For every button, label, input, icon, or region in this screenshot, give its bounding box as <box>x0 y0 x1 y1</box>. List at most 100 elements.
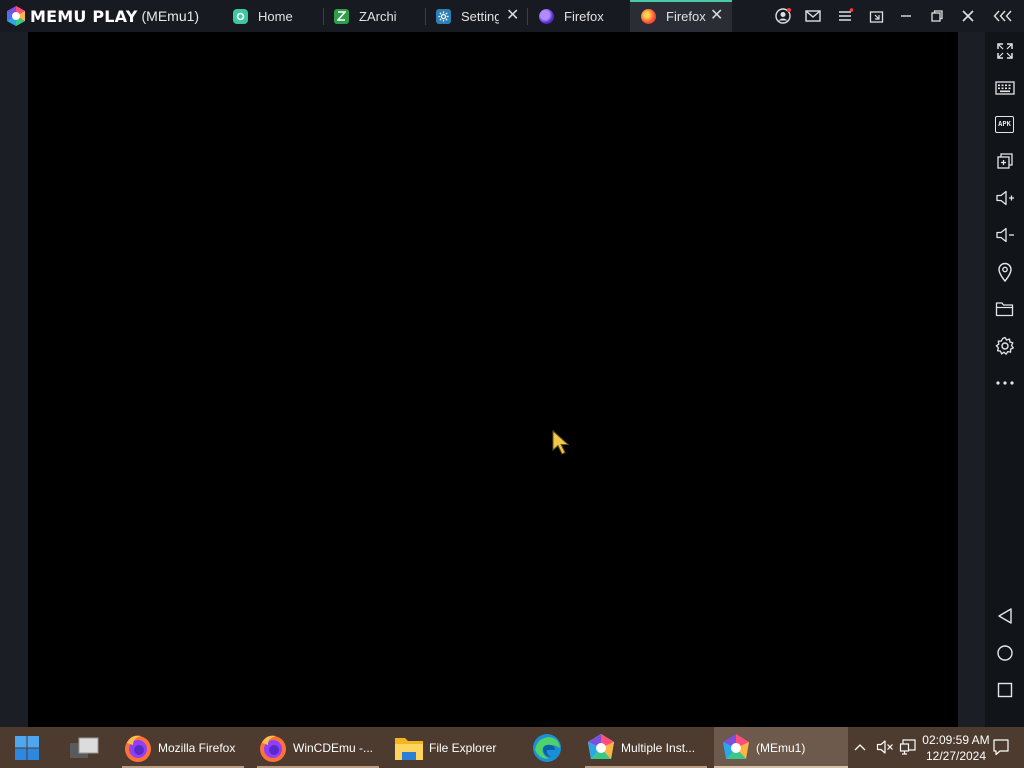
settings-icon <box>995 336 1014 355</box>
taskbar-label: Multiple Inst... <box>621 740 696 755</box>
emulator-screen[interactable] <box>28 32 958 727</box>
taskbar-file-explorer[interactable]: File Explorer <box>393 727 515 768</box>
android-back-button[interactable] <box>985 601 1024 631</box>
back-icon <box>997 608 1012 624</box>
tab-separator <box>527 8 528 25</box>
tab-settings[interactable]: Setting ✕ <box>436 0 524 32</box>
settings-button[interactable] <box>985 331 1024 361</box>
location-button[interactable] <box>985 257 1024 287</box>
taskbar-label: WinCDEmu -... <box>293 740 374 755</box>
folder-icon <box>995 302 1014 317</box>
taskbar-mozilla-firefox[interactable]: Mozilla Firefox <box>122 727 244 768</box>
volume-tray-button[interactable] <box>875 737 895 757</box>
keyboard-icon <box>994 81 1015 95</box>
task-view-button[interactable] <box>68 727 102 768</box>
shrink-icon <box>869 10 883 23</box>
hamburger-menu-icon <box>839 8 853 21</box>
volume-up-button[interactable] <box>985 183 1024 213</box>
task-view-icon <box>68 732 100 764</box>
taskbar-wincdemu[interactable]: WinCDEmu -... <box>257 727 379 768</box>
account-icon <box>775 8 791 24</box>
firefox-icon <box>257 732 289 764</box>
clock-time: 02:09:59 AM <box>922 733 990 747</box>
right-border <box>958 32 985 727</box>
zarchiver-icon <box>334 8 349 24</box>
tab-label: Firefox <box>666 8 706 24</box>
firefox-icon <box>122 732 154 764</box>
home-app-icon <box>233 8 248 24</box>
toggle-toolbar-button[interactable] <box>988 0 1018 32</box>
tab-zarchiver[interactable]: ZArchiv <box>334 0 400 32</box>
mouse-cursor-icon <box>552 430 570 455</box>
instance-name: (MEmu1) <box>141 8 200 24</box>
keyboard-button[interactable] <box>985 73 1024 103</box>
tab-label: Home <box>258 8 293 24</box>
app-title: MEMU PLAY <box>30 6 138 26</box>
android-recents-button[interactable] <box>985 675 1024 705</box>
tab-label: Firefox <box>564 8 604 24</box>
tab-label: ZArchiv <box>359 8 397 24</box>
chevron-up-icon <box>854 744 866 751</box>
restore-icon <box>931 10 943 22</box>
account-button[interactable] <box>768 0 798 32</box>
clock-date: 12/27/2024 <box>925 749 987 763</box>
network-tray-button[interactable] <box>898 737 918 757</box>
taskbar-label: Mozilla Firefox <box>158 740 236 755</box>
mail-button[interactable] <box>798 0 828 32</box>
settings-gear-icon <box>436 8 451 24</box>
shrink-window-button[interactable] <box>861 0 891 32</box>
taskbar-label: (MEmu1) <box>756 740 806 755</box>
tab-firefox-active[interactable]: Firefox ✕ <box>630 0 732 32</box>
shared-folder-button[interactable] <box>985 294 1024 324</box>
mail-icon <box>805 10 821 22</box>
side-toolbar: APK <box>985 32 1024 727</box>
close-icon <box>962 10 974 22</box>
apk-label: APK <box>998 120 1011 128</box>
close-tab-icon[interactable]: ✕ <box>710 8 723 24</box>
tab-home[interactable]: Home <box>233 0 321 32</box>
minimize-icon <box>901 15 911 17</box>
edge-icon <box>531 732 563 764</box>
menu-button[interactable] <box>830 0 860 32</box>
start-button[interactable] <box>11 727 45 768</box>
tab-separator <box>323 8 324 25</box>
network-icon <box>899 739 916 755</box>
more-button[interactable] <box>985 368 1024 398</box>
install-apk-button[interactable]: APK <box>985 109 1024 139</box>
location-icon <box>997 262 1012 282</box>
show-hidden-icons-button[interactable] <box>850 737 870 757</box>
taskbar-label: File Explorer <box>429 740 497 755</box>
notifications-button[interactable] <box>991 737 1011 757</box>
android-home-button[interactable] <box>985 638 1024 668</box>
tab-firefox[interactable]: Firefox <box>539 0 627 32</box>
multi-window-button[interactable] <box>985 146 1024 176</box>
multi-window-icon <box>996 153 1013 169</box>
brand: MEMU PLAY (MEmu1) <box>5 5 199 27</box>
apk-icon: APK <box>995 115 1014 133</box>
tab-separator <box>425 8 426 25</box>
windows-start-icon <box>11 732 43 764</box>
taskbar-edge[interactable] <box>531 727 565 768</box>
restore-button[interactable] <box>922 0 952 32</box>
minimize-button[interactable] <box>891 0 921 32</box>
volume-up-icon <box>995 190 1014 206</box>
volume-muted-icon <box>876 740 893 754</box>
notification-icon <box>993 739 1009 756</box>
chevrons-left-icon <box>993 10 1012 22</box>
recents-icon <box>997 682 1012 698</box>
system-clock[interactable]: 02:09:59 AM 12/27/2024 <box>920 732 992 764</box>
memu-icon <box>720 732 752 764</box>
close-window-button[interactable] <box>953 0 983 32</box>
close-tab-icon[interactable]: ✕ <box>506 8 519 24</box>
windows-taskbar: Mozilla Firefox WinCDEmu -... File Explo… <box>0 727 1024 768</box>
tab-label: Setting <box>461 8 499 24</box>
taskbar-multiple-instance[interactable]: Multiple Inst... <box>585 727 707 768</box>
left-border <box>0 32 28 727</box>
title-bar: MEMU PLAY (MEmu1) Home ZArchiv Setting ✕… <box>0 0 1024 32</box>
firefox-icon <box>641 8 656 24</box>
folder-icon <box>393 732 425 764</box>
fullscreen-button[interactable] <box>985 36 1024 66</box>
volume-down-button[interactable] <box>985 220 1024 250</box>
taskbar-memu1[interactable]: (MEmu1) <box>714 727 848 768</box>
volume-down-icon <box>995 227 1014 243</box>
